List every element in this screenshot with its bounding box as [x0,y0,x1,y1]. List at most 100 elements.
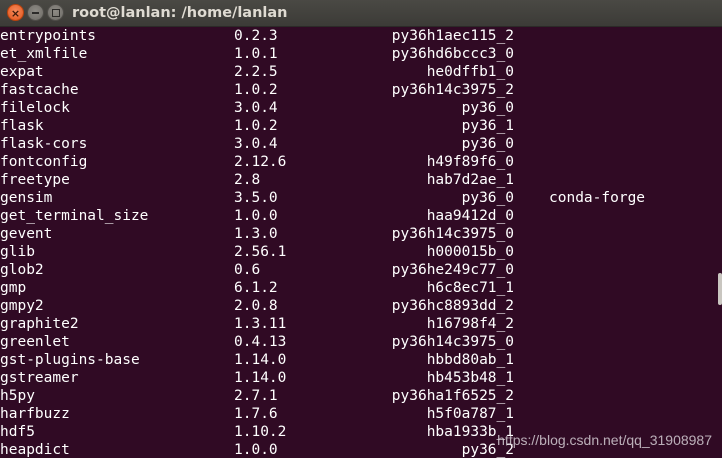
package-version: 0.4.13 [234,334,287,350]
package-version: 1.10.2 [234,424,287,440]
package-channel: conda-forge [549,190,646,206]
package-build: hbbd80ab_1 [426,352,514,368]
package-build: py36_1 [461,118,514,134]
minimize-button[interactable] [27,4,44,21]
package-row: gst-plugins-base 1.14.0 hbbd80ab_1 [0,351,716,369]
watermark-text: https://blog.csdn.net/qq_31908987 [497,432,712,448]
package-build: py36he249c77_0 [391,262,514,278]
package-row: flask 1.0.2 py36_1 [0,117,716,135]
package-row: harfbuzz 1.7.6 h5f0a787_1 [0,405,716,423]
minimize-icon [32,12,39,14]
package-version: 1.14.0 [234,370,287,386]
package-row: glob2 0.6 py36he249c77_0 [0,261,716,279]
package-row: gstreamer 1.14.0 hb453b48_1 [0,369,716,387]
package-build: py36_0 [461,190,514,206]
package-build: h000015b_0 [426,244,514,260]
package-build: py36_2 [461,442,514,458]
package-version: 1.7.6 [234,406,278,422]
package-row: filelock 3.0.4 py36_0 [0,99,716,117]
package-row: freetype 2.8 hab7d2ae_1 [0,171,716,189]
close-button[interactable]: × [7,4,24,21]
window-title: root@lanlan: /home/lanlan [72,5,288,21]
terminal-output[interactable]: entrypoints 0.2.3 py36h1aec115_2 et_xmlf… [0,27,716,458]
package-version: 0.2.3 [234,28,278,44]
title-bar[interactable]: × root@lanlan: /home/lanlan [0,0,722,27]
package-name: filelock [0,100,70,116]
package-name: fontconfig [0,154,88,170]
package-row: flask-cors 3.0.4 py36_0 [0,135,716,153]
package-version: 1.14.0 [234,352,287,368]
package-build: py36h14c3975_2 [391,82,514,98]
package-row: h5py 2.7.1 py36ha1f6525_2 [0,387,716,405]
terminal-window: × root@lanlan: /home/lanlan entrypoints … [0,0,722,458]
package-version: 0.6 [234,262,261,278]
package-name: flask [0,118,44,134]
package-name: gmp [0,280,27,296]
package-build: hba1933b_1 [426,424,514,440]
package-row: graphite2 1.3.11 h16798f4_2 [0,315,716,333]
package-version: 3.0.4 [234,100,278,116]
package-build: haa9412d_0 [426,208,514,224]
scrollbar-thumb[interactable] [718,273,722,305]
package-row: get_terminal_size 1.0.0 haa9412d_0 [0,207,716,225]
package-version: 1.0.0 [234,442,278,458]
package-build: py36h14c3975_0 [391,226,514,242]
package-name: heapdict [0,442,70,458]
maximize-icon [52,9,60,17]
package-name: hdf5 [0,424,35,440]
package-version: 3.5.0 [234,190,278,206]
maximize-button[interactable] [47,4,64,21]
package-version: 1.3.0 [234,226,278,242]
package-version: 2.7.1 [234,388,278,404]
package-build: h5f0a787_1 [426,406,514,422]
package-row: fontconfig 2.12.6 h49f89f6_0 [0,153,716,171]
package-version: 2.12.6 [234,154,287,170]
package-name: expat [0,64,44,80]
package-row: et_xmlfile 1.0.1 py36hd6bccc3_0 [0,45,716,63]
package-name: h5py [0,388,35,404]
package-build: py36hc8893dd_2 [391,298,514,314]
package-build: py36hd6bccc3_0 [391,46,514,62]
package-name: fastcache [0,82,79,98]
package-name: gstreamer [0,370,79,386]
package-name: entrypoints [0,28,97,44]
package-build: py36h14c3975_0 [391,334,514,350]
package-version: 1.0.0 [234,208,278,224]
package-name: gmpy2 [0,298,44,314]
package-name: greenlet [0,334,70,350]
package-build: hb453b48_1 [426,370,514,386]
package-build: h49f89f6_0 [426,154,514,170]
package-name: gensim [0,190,53,206]
package-name: flask-cors [0,136,88,152]
package-build: py36ha1f6525_2 [391,388,514,404]
package-name: glib [0,244,35,260]
package-row: gmpy2 2.0.8 py36hc8893dd_2 [0,297,716,315]
close-icon: × [10,7,21,20]
package-row: gevent 1.3.0 py36h14c3975_0 [0,225,716,243]
package-row: greenlet 0.4.13 py36h14c3975_0 [0,333,716,351]
package-version: 2.2.5 [234,64,278,80]
package-name: graphite2 [0,316,79,332]
package-row: gmp 6.1.2 h6c8ec71_1 [0,279,716,297]
package-name: et_xmlfile [0,46,88,62]
package-name: freetype [0,172,70,188]
package-version: 2.8 [234,172,261,188]
package-version: 1.0.1 [234,46,278,62]
package-version: 1.0.2 [234,118,278,134]
package-row: expat 2.2.5 he0dffb1_0 [0,63,716,81]
package-build: hab7d2ae_1 [426,172,514,188]
package-name: gst-plugins-base [0,352,140,368]
package-build: h6c8ec71_1 [426,280,514,296]
package-name: harfbuzz [0,406,70,422]
package-name: glob2 [0,262,44,278]
package-build: h16798f4_2 [426,316,514,332]
package-row: glib 2.56.1 h000015b_0 [0,243,716,261]
scrollbar[interactable] [716,27,722,458]
package-version: 1.3.11 [234,316,287,332]
package-version: 3.0.4 [234,136,278,152]
package-row: gensim 3.5.0 py36_0 conda-forge [0,189,716,207]
package-build: py36_0 [461,100,514,116]
package-build: py36h1aec115_2 [391,28,514,44]
package-name: gevent [0,226,53,242]
package-row: entrypoints 0.2.3 py36h1aec115_2 [0,27,716,45]
